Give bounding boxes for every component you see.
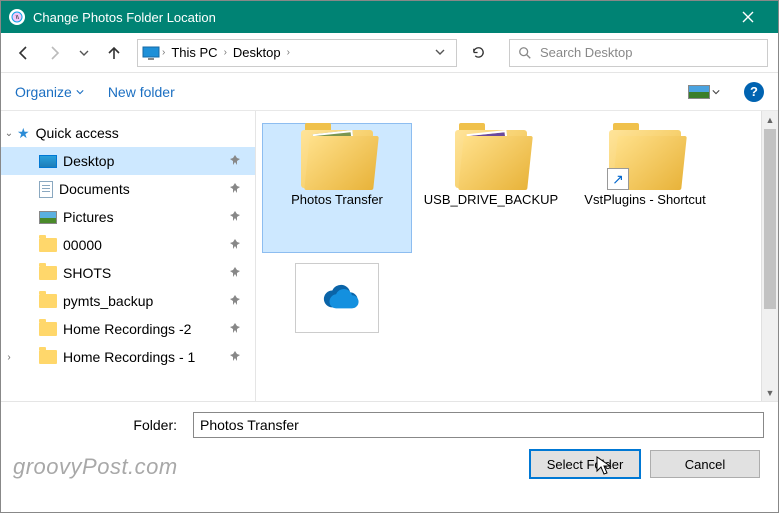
sidebar-item-pictures[interactable]: Pictures bbox=[1, 203, 255, 231]
view-mode-button[interactable] bbox=[688, 85, 720, 99]
up-button[interactable] bbox=[101, 39, 127, 67]
folder-icon bbox=[39, 294, 57, 308]
shortcut-overlay-icon: ↗ bbox=[607, 168, 629, 190]
sidebar-item-label: 00000 bbox=[63, 237, 102, 253]
sidebar-item-00000[interactable]: 00000 bbox=[1, 231, 255, 259]
pin-icon bbox=[229, 209, 241, 225]
file-tile-onedrive[interactable] bbox=[262, 257, 412, 347]
window-title: Change Photos Folder Location bbox=[33, 10, 725, 25]
bottom-panel: Folder: Select Folder Cancel bbox=[1, 401, 778, 490]
collapse-icon[interactable]: ⌄ bbox=[3, 128, 15, 139]
pictures-icon bbox=[39, 211, 57, 224]
sidebar-item-label: Home Recordings -2 bbox=[63, 321, 191, 337]
toolbar: Organize New folder ? bbox=[1, 73, 778, 111]
file-grid[interactable]: Photos Transfer USB_DRIVE_BACKUP ↗ VstPlugi… bbox=[256, 111, 778, 401]
scroll-thumb[interactable] bbox=[764, 129, 776, 309]
file-label: VstPlugins - Shortcut bbox=[584, 192, 705, 209]
folder-label: Folder: bbox=[15, 417, 185, 433]
pin-icon bbox=[229, 237, 241, 253]
file-tile[interactable]: Photos Transfer bbox=[262, 123, 412, 253]
sidebar-item-label: pymts_backup bbox=[63, 293, 153, 309]
organize-menu[interactable]: Organize bbox=[15, 84, 84, 100]
quick-access-root[interactable]: ⌄ ★ Quick access bbox=[1, 119, 255, 147]
pin-icon bbox=[229, 321, 241, 337]
sidebar-item-documents[interactable]: Documents bbox=[1, 175, 255, 203]
folder-icon: ↗ bbox=[609, 130, 681, 188]
monitor-icon bbox=[39, 155, 57, 168]
sidebar-item-label: Desktop bbox=[63, 153, 114, 169]
nav-bar: › This PC › Desktop › Search Desktop bbox=[1, 33, 778, 73]
app-icon bbox=[9, 9, 25, 25]
pin-icon bbox=[229, 293, 241, 309]
titlebar: Change Photos Folder Location bbox=[1, 1, 778, 33]
sidebar-item-label: Documents bbox=[59, 181, 130, 197]
sidebar-item-home-recordings-2[interactable]: Home Recordings -2 bbox=[1, 315, 255, 343]
folder-icon bbox=[39, 350, 57, 364]
search-icon bbox=[518, 46, 532, 60]
folder-name-input[interactable] bbox=[193, 412, 764, 438]
sidebar-item-home-recordings-1[interactable]: › Home Recordings - 1 bbox=[1, 343, 255, 371]
view-thumb-icon bbox=[688, 85, 710, 99]
chevron-right-icon[interactable]: › bbox=[287, 47, 290, 58]
cancel-button[interactable]: Cancel bbox=[650, 450, 760, 478]
file-tile[interactable]: USB_DRIVE_BACKUP bbox=[416, 123, 566, 253]
file-label: Photos Transfer bbox=[291, 192, 383, 209]
search-input[interactable]: Search Desktop bbox=[509, 39, 768, 67]
chevron-down-icon bbox=[712, 88, 720, 96]
sidebar-item-pymts-backup[interactable]: pymts_backup bbox=[1, 287, 255, 315]
pin-icon bbox=[229, 153, 241, 169]
forward-button[interactable] bbox=[41, 39, 67, 67]
search-placeholder: Search Desktop bbox=[540, 45, 633, 60]
select-folder-button[interactable]: Select Folder bbox=[530, 450, 640, 478]
breadcrumb-root[interactable]: This PC bbox=[165, 45, 223, 60]
expand-icon[interactable]: › bbox=[3, 352, 15, 363]
scroll-up-icon[interactable]: ▲ bbox=[762, 111, 778, 128]
pin-icon bbox=[229, 181, 241, 197]
folder-icon bbox=[39, 238, 57, 252]
chevron-down-icon bbox=[76, 88, 84, 96]
refresh-button[interactable] bbox=[461, 39, 495, 67]
back-button[interactable] bbox=[11, 39, 37, 67]
sidebar-item-label: Home Recordings - 1 bbox=[63, 349, 195, 365]
sidebar-item-desktop[interactable]: Desktop bbox=[1, 147, 255, 175]
pin-icon bbox=[229, 265, 241, 281]
sidebar-item-label: Pictures bbox=[63, 209, 114, 225]
folder-icon bbox=[455, 130, 527, 188]
folder-name-row: Folder: bbox=[15, 412, 764, 438]
pc-icon bbox=[142, 46, 160, 60]
file-tile[interactable]: ↗ VstPlugins - Shortcut bbox=[570, 123, 720, 253]
close-button[interactable] bbox=[725, 1, 770, 33]
address-dropdown[interactable] bbox=[428, 44, 452, 62]
recent-dropdown[interactable] bbox=[71, 39, 97, 67]
button-row: Select Folder Cancel bbox=[15, 450, 764, 478]
folder-icon bbox=[39, 266, 57, 280]
breadcrumb-folder[interactable]: Desktop bbox=[227, 45, 287, 60]
sidebar: ⌄ ★ Quick access Desktop Documents Picture… bbox=[1, 111, 256, 401]
pin-icon bbox=[229, 349, 241, 365]
folder-icon bbox=[39, 322, 57, 336]
sidebar-item-label: SHOTS bbox=[63, 265, 111, 281]
document-icon bbox=[39, 181, 53, 198]
file-label: USB_DRIVE_BACKUP bbox=[424, 192, 558, 209]
scroll-down-icon[interactable]: ▼ bbox=[762, 384, 778, 401]
help-button[interactable]: ? bbox=[744, 82, 764, 102]
content-scrollbar[interactable]: ▲ ▼ bbox=[761, 111, 778, 401]
body-area: ⌄ ★ Quick access Desktop Documents Picture… bbox=[1, 111, 778, 401]
thumbnail-frame bbox=[295, 263, 379, 333]
sidebar-item-shots[interactable]: SHOTS bbox=[1, 259, 255, 287]
address-bar[interactable]: › This PC › Desktop › bbox=[137, 39, 457, 67]
star-icon: ★ bbox=[17, 125, 30, 142]
new-folder-button[interactable]: New folder bbox=[108, 84, 175, 100]
folder-icon bbox=[301, 130, 373, 188]
cloud-icon bbox=[314, 283, 360, 313]
